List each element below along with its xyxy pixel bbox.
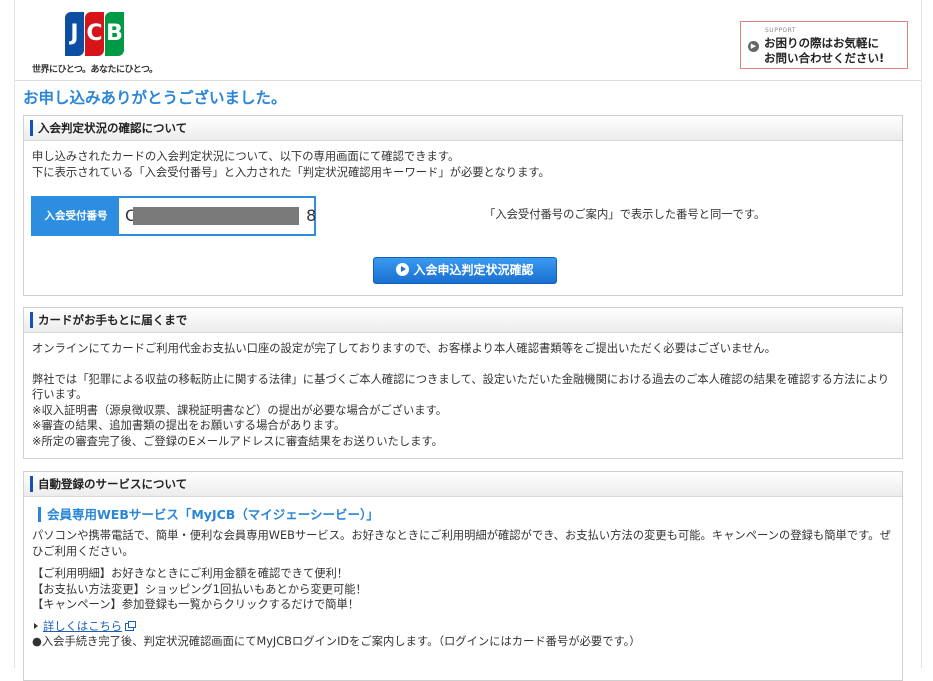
more-info-link[interactable]: 詳しくはこちら — [43, 620, 122, 633]
section-title: 入会判定状況の確認について — [38, 121, 188, 135]
section-header-bar — [30, 476, 33, 492]
jcb-logo[interactable]: J C B — [65, 12, 125, 56]
application-number-note: 「入会受付番号のご案内」で表示した番号と同一です。 — [484, 208, 766, 221]
application-number-label: 入会受付番号 — [33, 198, 119, 234]
check-status-button[interactable]: 入会申込判定状況確認 — [373, 257, 557, 284]
application-number-end: 8 — [306, 206, 317, 225]
section-title: カードがお手もとに届くまで — [38, 313, 188, 327]
note-line: ※所定の審査完了後、ご登録のEメールアドレスに審査結果をお送りいたします。 — [32, 434, 443, 448]
page-title: お申し込みありがとうございました。 — [23, 89, 287, 107]
triangle-right-icon — [34, 622, 38, 629]
redaction-mask — [133, 207, 299, 225]
support-line-1: お困りの際はお気軽に — [764, 36, 879, 50]
myjcb-heading: 会員専用WEBサービス「MyJCB（マイジェーシービー）」 — [38, 507, 894, 522]
section-body: 申し込みされたカードの入会判定状況について、以下の専用画面にて確認できます。 下… — [24, 141, 902, 180]
body-paragraph: オンラインにてカードご利用代金お支払い口座の設定が完了しておりますので、お客様よ… — [32, 342, 776, 355]
logo-letter-b: B — [106, 21, 123, 46]
myjcb-description: パソコンや携帯電話で、簡単・便利な会員専用WEBサービス。お好きなときにご利用明… — [32, 529, 891, 558]
logo-letter-j: J — [70, 21, 79, 46]
section-body: 会員専用WEBサービス「MyJCB（マイジェーシービー）」 パソコンや携帯電話で… — [24, 507, 902, 650]
site-header: J C B 世界にひとつ。あなたにひとつ。 SUPPORT ▶ お困りの際はお気… — [15, 0, 921, 81]
arrow-circle-icon: ▶ — [748, 41, 759, 52]
feature-line: 【キャンペーン】参加登録も一覧からクリックするだけで簡単！ — [32, 598, 360, 611]
logo-letter-c: C — [86, 21, 103, 46]
application-number-box: 入会受付番号 C8 — [31, 196, 316, 236]
check-status-button-label: 入会申込判定状況確認 — [413, 263, 534, 277]
note-line: ※収入証明書（源泉徴収票、課税証明書など）の提出が必要な場合がございます。 — [32, 403, 448, 417]
section-auto-registration: 自動登録のサービスについて 会員専用WEBサービス「MyJCB（マイジェーシービ… — [23, 471, 903, 681]
section-header: 入会判定状況の確認について — [24, 116, 902, 141]
note-line: ※審査の結果、追加書類の提出をお願いする場合があります。 — [32, 419, 346, 432]
section-application-status: 入会判定状況の確認について 申し込みされたカードの入会判定状況について、以下の専… — [23, 115, 903, 296]
support-label: SUPPORT — [765, 27, 797, 34]
external-window-icon — [125, 620, 137, 631]
section-header-bar — [30, 120, 33, 136]
play-circle-icon — [396, 263, 410, 276]
section-body: オンラインにてカードご利用代金お支払い口座の設定が完了しておりますので、お客様よ… — [24, 333, 902, 449]
section-title: 自動登録のサービスについて — [38, 477, 188, 491]
feature-line: 【お支払い方法変更】ショッピング1回払いもあとから変更可能！ — [32, 582, 367, 596]
section-card-delivery: カードがお手もとに届くまで オンラインにてカードご利用代金お支払い口座の設定が完… — [23, 307, 903, 459]
support-text: お困りの際はお気軽に お問い合わせください! — [764, 36, 884, 66]
support-contact-link[interactable]: SUPPORT ▶ お困りの際はお気軽に お問い合わせください! — [740, 21, 908, 69]
section-header: 自動登録のサービスについて — [24, 472, 902, 497]
body-line: 申し込みされたカードの入会判定状況について、以下の専用画面にて確認できます。 — [32, 150, 460, 163]
page-container: J C B 世界にひとつ。あなたにひとつ。 SUPPORT ▶ お困りの際はお気… — [14, 0, 922, 681]
more-info-row: 詳しくはこちら — [32, 619, 894, 635]
login-id-note: ●入会手続き完了後、判定状況確認画面にてMyJCBログインIDをご案内します。（… — [32, 635, 641, 648]
body-paragraph: 弊社では「犯罪による収益の移転防止に関する法律」に基づくご本人確認につきまして、… — [32, 372, 890, 402]
body-line: 下に表示されている「入会受付番号」と入力された「判定状況確認用キーワード」が必要… — [32, 165, 550, 179]
feature-line: 【ご利用明細】お好きなときにご利用金額を確認できて便利！ — [32, 567, 349, 580]
section-header: カードがお手もとに届くまで — [24, 308, 902, 333]
logo-tagline: 世界にひとつ。あなたにひとつ。 — [32, 65, 158, 75]
support-line-2: お問い合わせください! — [764, 51, 885, 65]
section-header-bar — [30, 312, 33, 328]
